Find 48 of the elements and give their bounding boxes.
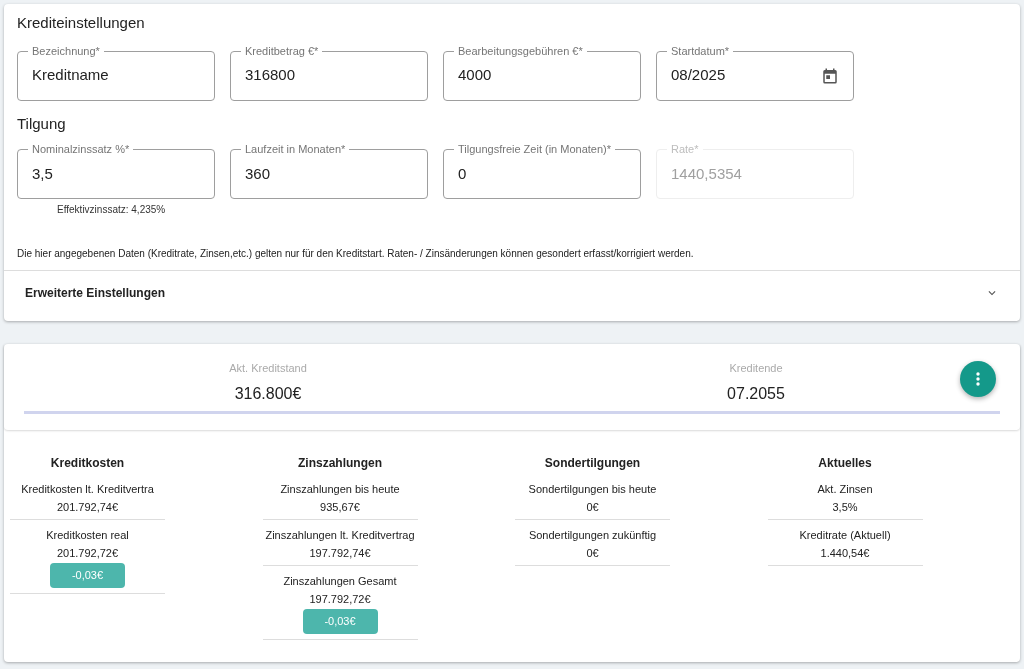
difference-badge: -0,03€ — [302, 609, 378, 634]
field-value: 3,5 — [32, 163, 54, 184]
field-label: Nominalzinssatz %* — [28, 142, 134, 156]
field-label: Rate* — [667, 142, 703, 156]
field-value: 4000 — [458, 65, 493, 86]
field-value: 1440,5354 — [671, 163, 743, 184]
field-value: Kreditname — [32, 65, 110, 86]
difference-badge: -0,03€ — [50, 563, 125, 588]
item-label: Akt. Zinsen — [817, 482, 873, 497]
more-button[interactable] — [960, 361, 996, 397]
item-label: Zinszahlungen bis heute — [280, 482, 400, 497]
stat-label: Akt. Kreditstand — [229, 361, 307, 376]
group-title: Kreditkosten — [50, 455, 125, 472]
item-value: 201.792,74€ — [56, 500, 119, 515]
item-value: 0€ — [586, 500, 599, 515]
section-title: Tilgung — [17, 113, 67, 134]
field-label: Laufzeit in Monaten* — [241, 142, 350, 156]
item-value: 3,5% — [832, 500, 858, 515]
stat-value: 07.2055 — [727, 383, 785, 404]
item-label: Kreditkosten lt. Kreditvertra — [21, 482, 154, 497]
stat-label: Kreditende — [729, 361, 783, 376]
item-label: Kreditrate (Aktuell) — [799, 528, 891, 543]
group-title: Sondertilgungen — [544, 455, 641, 472]
item-label: Sondertilgungen zukünftig — [528, 528, 657, 543]
expand-panel[interactable]: Erweiterte Einstellungen — [4, 270, 1020, 314]
item-value: 0€ — [586, 546, 599, 561]
item-label: Sondertilgungen bis heute — [528, 482, 657, 497]
more-icon — [976, 372, 980, 386]
item-label: Zinszahlungen Gesamt — [283, 574, 397, 589]
item-value: 935,67€ — [320, 500, 360, 515]
group-title: Zinszahlungen — [298, 455, 382, 472]
field-value: 0 — [458, 163, 468, 184]
item-value: 197.792,74€ — [309, 546, 371, 561]
field-label: Tilgungsfreie Zeit (in Monaten)* — [454, 142, 616, 156]
item-value: 197.792,72€ — [309, 592, 371, 607]
group-title: Aktuelles — [818, 455, 872, 472]
hint-text: Effektivzinssatz: 4,235% — [57, 203, 167, 217]
item-label: Kreditkosten real — [46, 528, 129, 543]
stat-value: 316.800€ — [234, 383, 302, 404]
section-title: Krediteinstellungen — [17, 13, 146, 33]
field-value: 316800 — [245, 65, 297, 86]
item-label: Zinszahlungen lt. Kreditvertrag — [265, 528, 415, 543]
item-value: 201.792,72€ — [56, 546, 119, 561]
calendar-icon[interactable] — [821, 66, 839, 85]
field-value: 360 — [245, 163, 272, 184]
info-text: Die hier angegebenen Daten (Kreditrate, Zinsen,etc.) gelten nur für den Kreditstart. Raten- / Zinsänderungen können gesondert erfasst/korrigiert werden. — [17, 247, 695, 261]
field-value: 08/2025 — [671, 65, 727, 86]
item-value: 1.440,54€ — [820, 546, 870, 561]
